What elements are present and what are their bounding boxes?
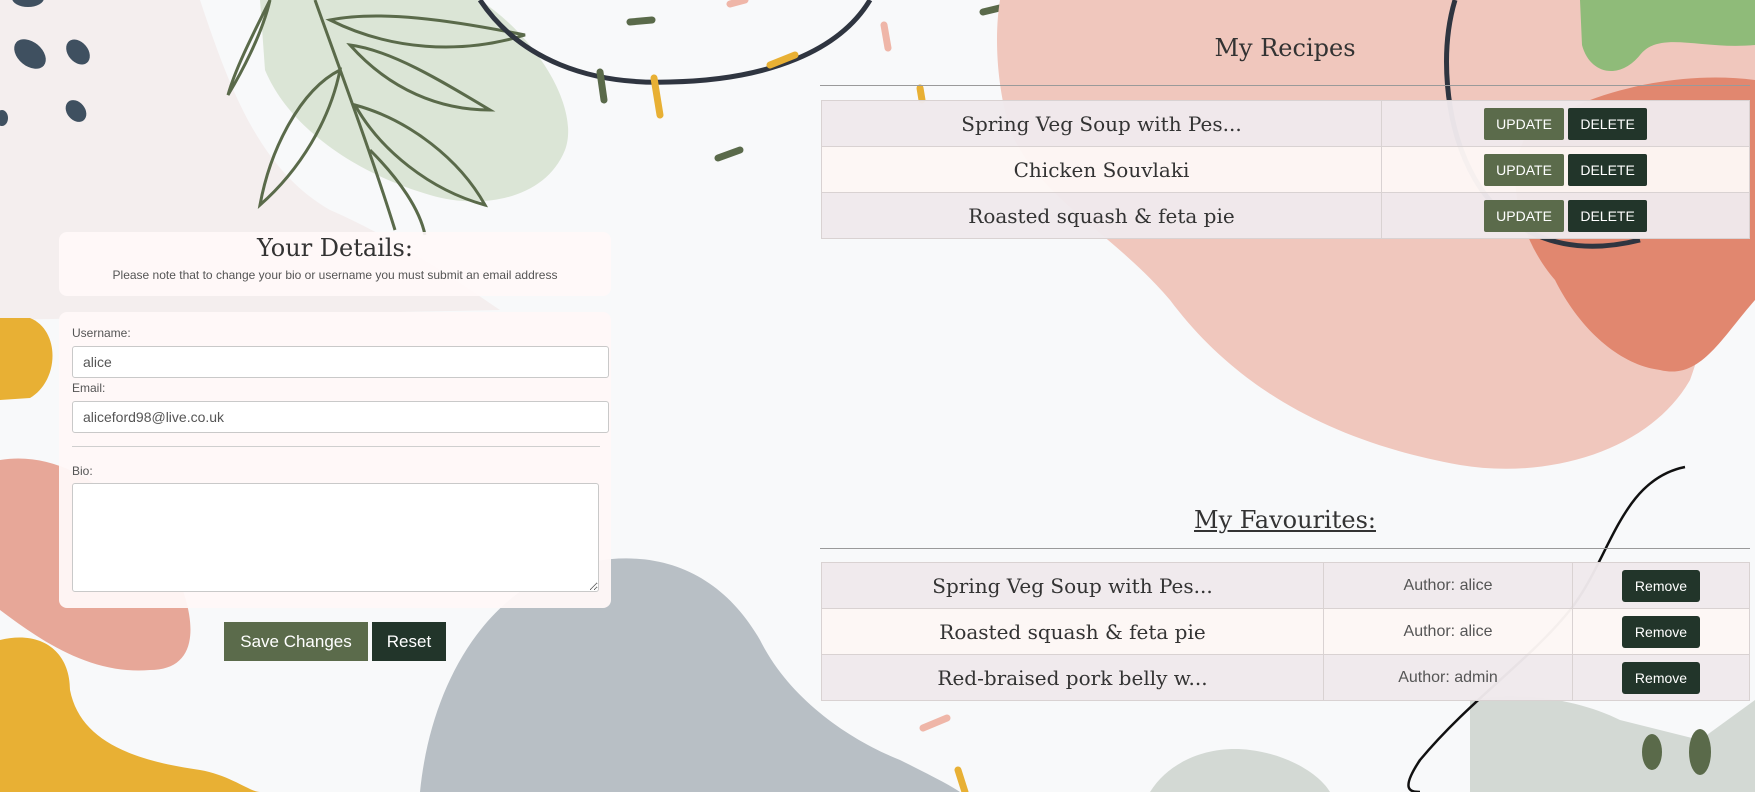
details-note: Please note that to change your bio or u… (112, 268, 558, 282)
recipe-name[interactable]: Chicken Souvlaki (821, 146, 1382, 193)
remove-button[interactable]: Remove (1622, 661, 1700, 694)
favourite-actions: Remove (1572, 654, 1750, 701)
recipe-actions: UPDATE DELETE (1381, 146, 1750, 193)
my-recipes-table: Spring Veg Soup with Pes... UPDATE DELET… (821, 100, 1750, 239)
my-recipes-title: My Recipes (1214, 34, 1356, 62)
table-row: Chicken Souvlaki UPDATE DELETE (821, 146, 1750, 193)
my-favourites-title: My Favourites: (1194, 506, 1376, 534)
update-button[interactable]: UPDATE (1484, 107, 1564, 140)
mustard-blob-left (0, 318, 53, 400)
email-input[interactable] (72, 401, 609, 433)
bio-textarea[interactable] (72, 483, 599, 592)
username-input[interactable] (72, 346, 609, 378)
recipe-name[interactable]: Spring Veg Soup with Pes... (821, 100, 1382, 147)
favourite-author: Author: admin (1323, 654, 1573, 701)
delete-button[interactable]: DELETE (1568, 199, 1647, 232)
recipe-name[interactable]: Roasted squash & feta pie (821, 192, 1382, 239)
form-divider (72, 446, 600, 447)
light-grey-blob-bottomright (1470, 696, 1755, 792)
table-row: Spring Veg Soup with Pes... Author: alic… (821, 562, 1750, 609)
details-header-panel: Your Details: Please note that to change… (59, 232, 611, 296)
grey-blob-bottom-mid (1150, 749, 1330, 792)
remove-button[interactable]: Remove (1622, 569, 1700, 602)
table-row: Spring Veg Soup with Pes... UPDATE DELET… (821, 100, 1750, 147)
delete-button[interactable]: DELETE (1568, 107, 1647, 140)
my-favourites-divider (820, 548, 1750, 549)
favourite-actions: Remove (1572, 562, 1750, 609)
favourite-name[interactable]: Red-braised pork belly w... (821, 654, 1324, 701)
details-form: Username: Email: Bio: (59, 312, 611, 608)
update-button[interactable]: UPDATE (1484, 199, 1564, 232)
recipe-actions: UPDATE DELETE (1381, 192, 1750, 239)
favourite-author: Author: alice (1323, 562, 1573, 609)
update-button[interactable]: UPDATE (1484, 153, 1564, 186)
delete-button[interactable]: DELETE (1568, 153, 1647, 186)
recipe-actions: UPDATE DELETE (1381, 100, 1750, 147)
reset-button[interactable]: Reset (372, 622, 446, 661)
favourite-name[interactable]: Roasted squash & feta pie (821, 608, 1324, 655)
remove-button[interactable]: Remove (1622, 615, 1700, 648)
save-changes-button[interactable]: Save Changes (224, 622, 368, 661)
table-row: Roasted squash & feta pie Author: alice … (821, 608, 1750, 655)
favourite-name[interactable]: Spring Veg Soup with Pes... (821, 562, 1324, 609)
username-label: Username: (72, 326, 131, 340)
favourite-actions: Remove (1572, 608, 1750, 655)
my-favourites-table: Spring Veg Soup with Pes... Author: alic… (821, 562, 1750, 701)
email-label: Email: (72, 381, 106, 395)
table-row: Red-braised pork belly w... Author: admi… (821, 654, 1750, 701)
my-recipes-divider (820, 85, 1750, 86)
table-row: Roasted squash & feta pie UPDATE DELETE (821, 192, 1750, 239)
details-title: Your Details: (257, 234, 413, 262)
bio-label: Bio: (72, 464, 93, 478)
favourite-author: Author: alice (1323, 608, 1573, 655)
